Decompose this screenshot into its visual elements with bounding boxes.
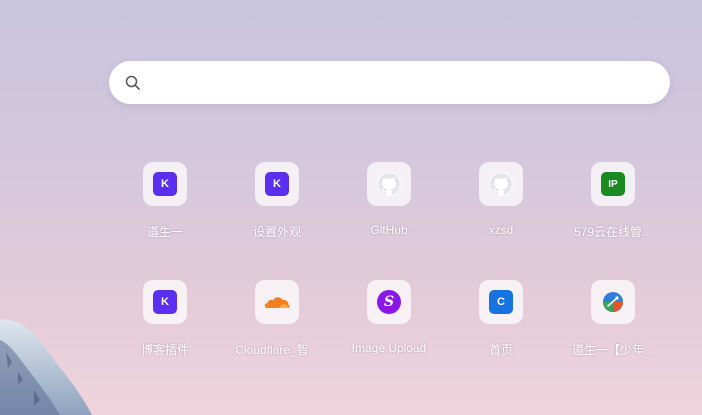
shortcut-label: 道生一【少年... bbox=[571, 343, 654, 357]
shortcut-icon-box[interactable]: S bbox=[367, 280, 411, 324]
github-icon bbox=[377, 172, 401, 196]
shortcut-icon-box[interactable] bbox=[591, 280, 635, 324]
shortcut-tile[interactable]: xzsd bbox=[441, 162, 561, 237]
shortcut-icon-box[interactable]: C bbox=[479, 280, 523, 324]
ip-logo-icon: IP bbox=[601, 172, 625, 196]
shortcut-tile[interactable]: Cloudflare_智... bbox=[217, 280, 337, 358]
shortcut-label: GitHub bbox=[370, 223, 408, 237]
shortcut-label: 道生一 bbox=[146, 225, 183, 239]
shortcut-icon-box[interactable]: K bbox=[255, 162, 299, 206]
k-logo-icon: K bbox=[265, 172, 289, 196]
k-logo-icon: K bbox=[153, 172, 177, 196]
github-icon bbox=[489, 172, 513, 196]
shortcut-tile[interactable]: K 设置外观 bbox=[217, 162, 337, 240]
shortcut-label: 博客插件 bbox=[140, 343, 189, 357]
shortcut-label: 首页 bbox=[488, 343, 513, 357]
shortcut-label: Cloudflare_智... bbox=[235, 343, 319, 357]
shortcut-icon-box[interactable]: IP bbox=[591, 162, 635, 206]
shortcut-icon-box[interactable] bbox=[255, 280, 299, 324]
compass-icon bbox=[603, 292, 623, 312]
c-logo-icon: C bbox=[489, 290, 513, 314]
image-upload-icon: S bbox=[377, 290, 401, 314]
shortcut-icon-box[interactable]: K bbox=[143, 280, 187, 324]
k-logo-icon: K bbox=[153, 290, 177, 314]
shortcut-grid: K 道生一 K 设置外观 GitHub xzsd IP 579云在线管... K… bbox=[0, 0, 702, 415]
shortcut-icon-box[interactable]: K bbox=[143, 162, 187, 206]
shortcut-label: xzsd bbox=[488, 223, 514, 237]
cloudflare-icon bbox=[264, 297, 290, 308]
shortcut-label: Image Upload bbox=[351, 341, 427, 355]
shortcut-tile[interactable]: K 道生一 bbox=[105, 162, 225, 240]
shortcut-tile[interactable]: GitHub bbox=[329, 162, 449, 237]
shortcut-tile[interactable]: C 首页 bbox=[441, 280, 561, 358]
shortcut-tile[interactable]: K 博客插件 bbox=[105, 280, 225, 358]
shortcut-label: 设置外观 bbox=[252, 225, 301, 239]
shortcut-icon-box[interactable] bbox=[479, 162, 523, 206]
shortcut-label: 579云在线管... bbox=[573, 225, 653, 239]
shortcut-tile[interactable]: S Image Upload bbox=[329, 280, 449, 355]
shortcut-tile[interactable]: 道生一【少年... bbox=[553, 280, 673, 358]
shortcut-icon-box[interactable] bbox=[367, 162, 411, 206]
shortcut-tile[interactable]: IP 579云在线管... bbox=[553, 162, 673, 240]
